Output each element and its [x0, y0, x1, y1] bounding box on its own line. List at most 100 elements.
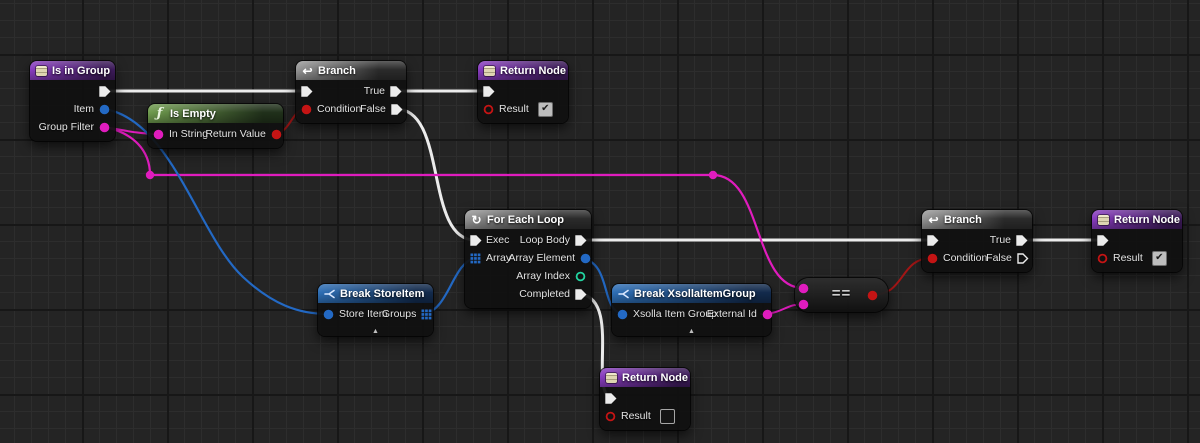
- is-empty-node[interactable]: ƒIs EmptyIn StringReturn Value: [148, 104, 283, 148]
- pin-label: True: [990, 234, 1011, 246]
- break-storeitem-node[interactable]: Break StoreItem Store ItemGroups▲: [318, 284, 433, 336]
- pin-label: Loop Body: [520, 234, 570, 246]
- break-struct-icon: [323, 287, 336, 300]
- pin-label: Exec: [486, 234, 509, 246]
- node-title: Branch: [318, 65, 356, 77]
- pin-label: True: [364, 85, 385, 97]
- pin-true-exec[interactable]: [389, 85, 402, 98]
- pin-result[interactable]: [482, 103, 495, 116]
- break-struct-icon: [617, 287, 630, 300]
- result-checkbox-checked[interactable]: ✔: [538, 102, 553, 117]
- pin-groups[interactable]: [420, 308, 433, 321]
- node-title: Break StoreItem: [340, 288, 424, 300]
- pin-label: Store Item: [339, 308, 387, 320]
- equals-node[interactable]: ==: [795, 278, 888, 312]
- pin-label: Xsolla Item Group: [633, 308, 717, 320]
- pin-label: Item: [74, 103, 94, 115]
- pin-label: Return Value: [205, 128, 266, 140]
- pin-label: False: [986, 252, 1012, 264]
- result-checkbox-checked[interactable]: ✔: [1152, 251, 1167, 266]
- pin-completed-exec[interactable]: [574, 288, 587, 301]
- pin-in-string[interactable]: [152, 128, 165, 141]
- pin-return-node-right-exec[interactable]: [1096, 234, 1109, 247]
- node-header[interactable]: Return Node: [1092, 210, 1182, 229]
- loop-icon: ↻: [470, 213, 483, 226]
- branch-right-node[interactable]: ↩BranchTrueConditionFalse: [922, 210, 1032, 272]
- pin-equals[interactable]: [797, 298, 810, 311]
- return-node-bottom-node[interactable]: Return Node Result ✔: [600, 368, 690, 430]
- node-header[interactable]: Return Node: [600, 368, 690, 387]
- node-header[interactable]: ƒ Is Empty: [148, 104, 283, 123]
- pin-item[interactable]: [98, 103, 111, 116]
- wire-string-groupfilter-to-equals[interactable]: [105, 127, 803, 288]
- node-title: Break XsollaItemGroup: [634, 288, 756, 300]
- function-terminator-icon: [605, 371, 618, 384]
- node-header[interactable]: Break StoreItem: [318, 284, 433, 303]
- pin-condition[interactable]: [300, 103, 313, 116]
- pin-label: External Id: [707, 308, 757, 320]
- pin-label: Result: [499, 103, 529, 115]
- node-header[interactable]: Return Node: [478, 61, 568, 80]
- node-header[interactable]: Break XsollaItemGroup: [612, 284, 771, 303]
- pin-result[interactable]: [604, 410, 617, 423]
- pin-label: Array: [486, 252, 511, 264]
- pin-loop-body-exec[interactable]: [574, 234, 587, 247]
- node-header[interactable]: ↻ For Each Loop: [465, 210, 591, 229]
- pin-false-exec[interactable]: [390, 103, 403, 116]
- node-header[interactable]: ↩ Branch: [922, 210, 1032, 229]
- pin-return-node-top-exec[interactable]: [482, 85, 495, 98]
- blueprint-canvas[interactable]: Is in GroupItemGroup FilterƒIs EmptyIn S…: [0, 0, 1200, 443]
- pin-condition[interactable]: [926, 252, 939, 265]
- pin-array-element[interactable]: [579, 252, 592, 265]
- branch-icon: ↩: [927, 213, 940, 226]
- node-title: Is Empty: [170, 108, 216, 120]
- pin-label: Groups: [382, 308, 416, 320]
- pin-branch-right-exec[interactable]: [926, 234, 939, 247]
- reroute-node[interactable]: [709, 171, 717, 179]
- pin-group-filter[interactable]: [98, 121, 111, 134]
- function-terminator-icon: [35, 64, 48, 77]
- node-header[interactable]: ↩ Branch: [296, 61, 406, 80]
- return-node-right-node[interactable]: Return Node Result ✔: [1092, 210, 1182, 272]
- is-in-group-node[interactable]: Is in Group Item Group Filter: [30, 61, 115, 141]
- expand-hidden-pins-arrow[interactable]: ▲: [372, 328, 379, 336]
- pin-return-value[interactable]: [270, 128, 283, 141]
- pin-label: Array Element: [509, 252, 576, 264]
- pin-store-item[interactable]: [322, 308, 335, 321]
- pin-is-in-group-exec[interactable]: [98, 85, 111, 98]
- result-checkbox-unchecked[interactable]: ✔: [660, 409, 675, 424]
- branch-icon: ↩: [301, 64, 314, 77]
- pin-label: Result: [1113, 252, 1143, 264]
- node-title: Branch: [944, 214, 982, 226]
- break-xsollaitemgroup-node[interactable]: Break XsollaItemGroup Xsolla Item GroupEx…: [612, 284, 771, 336]
- pin-xsolla-item-group[interactable]: [616, 308, 629, 321]
- pin-array-index[interactable]: [574, 270, 587, 283]
- pin-label: Condition: [317, 103, 361, 115]
- pin-label: Array Index: [516, 270, 570, 282]
- pin-exec-exec[interactable]: [469, 234, 482, 247]
- pin-label: Result: [621, 410, 651, 422]
- pin-array[interactable]: [469, 252, 482, 265]
- pin-branch-left-exec[interactable]: [300, 85, 313, 98]
- node-title: For Each Loop: [487, 214, 564, 226]
- for-each-loop-node[interactable]: ↻ For Each Loop Exec Loop Body ArrayArray El…: [465, 210, 591, 308]
- pin-false-exec[interactable]: [1016, 252, 1029, 265]
- pin-label: Group Filter: [39, 121, 94, 133]
- pin-external-id[interactable]: [761, 308, 774, 321]
- node-header[interactable]: Is in Group: [30, 61, 115, 80]
- function-terminator-icon: [1097, 213, 1110, 226]
- node-title: Is in Group: [52, 65, 110, 77]
- expand-hidden-pins-arrow[interactable]: ▲: [688, 328, 695, 336]
- pin-true-exec[interactable]: [1015, 234, 1028, 247]
- reroute-node[interactable]: [146, 171, 154, 179]
- return-node-top-node[interactable]: Return Node Result ✔: [478, 61, 568, 123]
- pin-equals[interactable]: [866, 289, 879, 302]
- node-title: Return Node: [500, 65, 566, 77]
- pin-label: False: [360, 103, 386, 115]
- pin-return-node-bottom-exec[interactable]: [604, 392, 617, 405]
- pin-result[interactable]: [1096, 252, 1109, 265]
- node-title: Return Node: [1114, 214, 1180, 226]
- branch-left-node[interactable]: ↩ Branch TrueConditionFalse: [296, 61, 406, 123]
- pin-equals[interactable]: [797, 282, 810, 295]
- pure-function-icon: ƒ: [153, 107, 166, 120]
